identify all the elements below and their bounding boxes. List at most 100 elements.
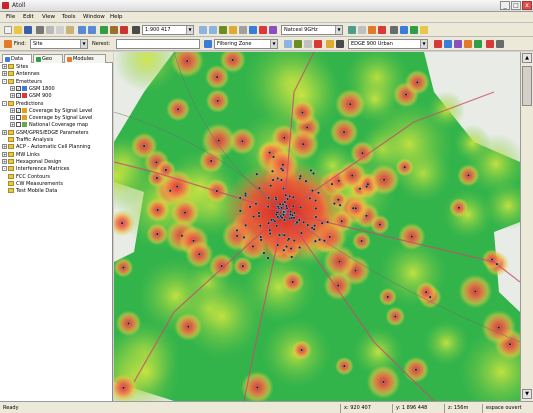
close-button[interactable]: x (522, 1, 532, 10)
site-marker[interactable] (508, 342, 512, 346)
site-marker[interactable] (248, 205, 252, 209)
site-marker[interactable] (495, 262, 499, 266)
site-marker[interactable] (281, 168, 285, 172)
redo-icon[interactable] (88, 26, 96, 34)
site-marker[interactable] (121, 386, 125, 390)
site-marker[interactable] (259, 235, 263, 239)
tree-item[interactable]: + National Coverage map (10, 122, 88, 129)
site-marker[interactable] (279, 178, 283, 182)
site-marker[interactable] (120, 221, 124, 225)
site-marker[interactable] (497, 326, 501, 330)
save-icon[interactable] (24, 26, 32, 34)
paste-icon[interactable] (66, 26, 74, 34)
site-marker[interactable] (302, 220, 306, 224)
site-marker[interactable] (257, 214, 261, 218)
site-marker[interactable] (281, 186, 285, 190)
site-marker[interactable] (338, 203, 342, 207)
site-marker[interactable] (231, 58, 235, 62)
site-marker[interactable] (235, 228, 239, 232)
site-marker[interactable] (350, 174, 354, 178)
site-marker[interactable] (282, 136, 286, 140)
site-marker[interactable] (142, 144, 146, 148)
site-marker[interactable] (282, 210, 286, 214)
undo-icon[interactable] (78, 26, 86, 34)
site-marker[interactable] (164, 168, 168, 172)
marker-icon[interactable] (486, 40, 494, 48)
site-marker[interactable] (290, 216, 294, 220)
site-marker[interactable] (191, 239, 195, 243)
site-marker[interactable] (186, 325, 190, 329)
tree-item[interactable]: + ✓ Coverage by Signal Level (10, 107, 92, 115)
site-marker[interactable] (183, 211, 187, 215)
site-marker[interactable] (259, 238, 263, 242)
tree-item[interactable]: + Hexagonal Design (2, 158, 61, 166)
site-marker[interactable] (314, 206, 318, 210)
site-marker[interactable] (284, 193, 288, 197)
tree-item[interactable]: - Emetteurs (2, 78, 42, 86)
zoom-in-icon[interactable] (199, 26, 207, 34)
site-marker[interactable] (268, 228, 272, 232)
site-marker[interactable] (299, 205, 303, 209)
site-marker[interactable] (238, 209, 242, 213)
site-marker[interactable] (269, 184, 273, 188)
site-marker[interactable] (274, 213, 278, 217)
site-marker[interactable] (304, 179, 308, 183)
site-marker[interactable] (332, 201, 336, 205)
site-marker[interactable] (314, 198, 318, 202)
site-marker[interactable] (313, 239, 317, 243)
expand-icon[interactable]: + (2, 64, 7, 69)
site-marker[interactable] (251, 244, 255, 248)
hotspot-icon[interactable] (314, 40, 322, 48)
visibility-checkbox[interactable]: ✓ (16, 85, 21, 91)
site-marker[interactable] (310, 189, 314, 193)
site-marker[interactable] (176, 107, 180, 111)
site-marker[interactable] (473, 289, 477, 293)
site-marker[interactable] (121, 266, 125, 270)
site-marker[interactable] (255, 385, 259, 389)
polygon-draw-icon[interactable] (326, 40, 334, 48)
site-marker[interactable] (403, 165, 407, 169)
site-marker[interactable] (288, 194, 292, 198)
site-marker[interactable] (155, 232, 159, 236)
layer-icon[interactable] (390, 26, 398, 34)
site-marker[interactable] (267, 196, 271, 200)
site-marker[interactable] (243, 193, 247, 197)
tab-modules[interactable]: Modules (64, 54, 106, 63)
expand-icon[interactable]: + (2, 71, 7, 77)
site-marker[interactable] (289, 246, 293, 250)
scrollbar-thumb[interactable] (522, 66, 532, 106)
site-marker[interactable] (175, 185, 179, 189)
site-marker[interactable] (305, 125, 309, 129)
tree-item[interactable]: CW Measurements (2, 180, 63, 188)
line-icon[interactable] (410, 26, 418, 34)
site-marker[interactable] (364, 214, 368, 218)
site-marker[interactable] (306, 223, 310, 227)
site-marker[interactable] (281, 163, 285, 167)
site-marker[interactable] (353, 269, 357, 273)
site-marker[interactable] (326, 220, 330, 224)
tree-item[interactable]: + ✓ GSM 900 (10, 93, 52, 100)
tree-item[interactable]: + Antennes (2, 71, 40, 78)
site-marker[interactable] (415, 80, 419, 84)
coverage-map[interactable] (114, 52, 520, 401)
focus-zone-icon[interactable] (304, 40, 312, 48)
menu-edit[interactable]: Edit (23, 14, 34, 20)
tree-item[interactable]: FCC Contours (2, 173, 50, 181)
antenna-icon[interactable] (434, 40, 442, 48)
site-marker[interactable] (354, 206, 358, 210)
site-marker[interactable] (289, 210, 293, 214)
site-marker[interactable] (271, 178, 275, 182)
site-marker[interactable] (282, 248, 286, 252)
site-marker[interactable] (268, 232, 272, 236)
visibility-checkbox[interactable]: ✓ (16, 93, 21, 99)
minimize-button[interactable]: _ (500, 1, 510, 10)
more-icon[interactable] (496, 40, 504, 48)
visibility-checkbox[interactable] (16, 115, 21, 121)
site-marker[interactable] (308, 196, 312, 200)
site-marker[interactable] (271, 155, 275, 159)
site-marker[interactable] (257, 186, 261, 190)
chevron-down-icon[interactable]: ▼ (270, 40, 277, 48)
site-marker[interactable] (267, 221, 271, 225)
site-marker[interactable] (154, 160, 158, 164)
site-marker[interactable] (351, 206, 355, 210)
